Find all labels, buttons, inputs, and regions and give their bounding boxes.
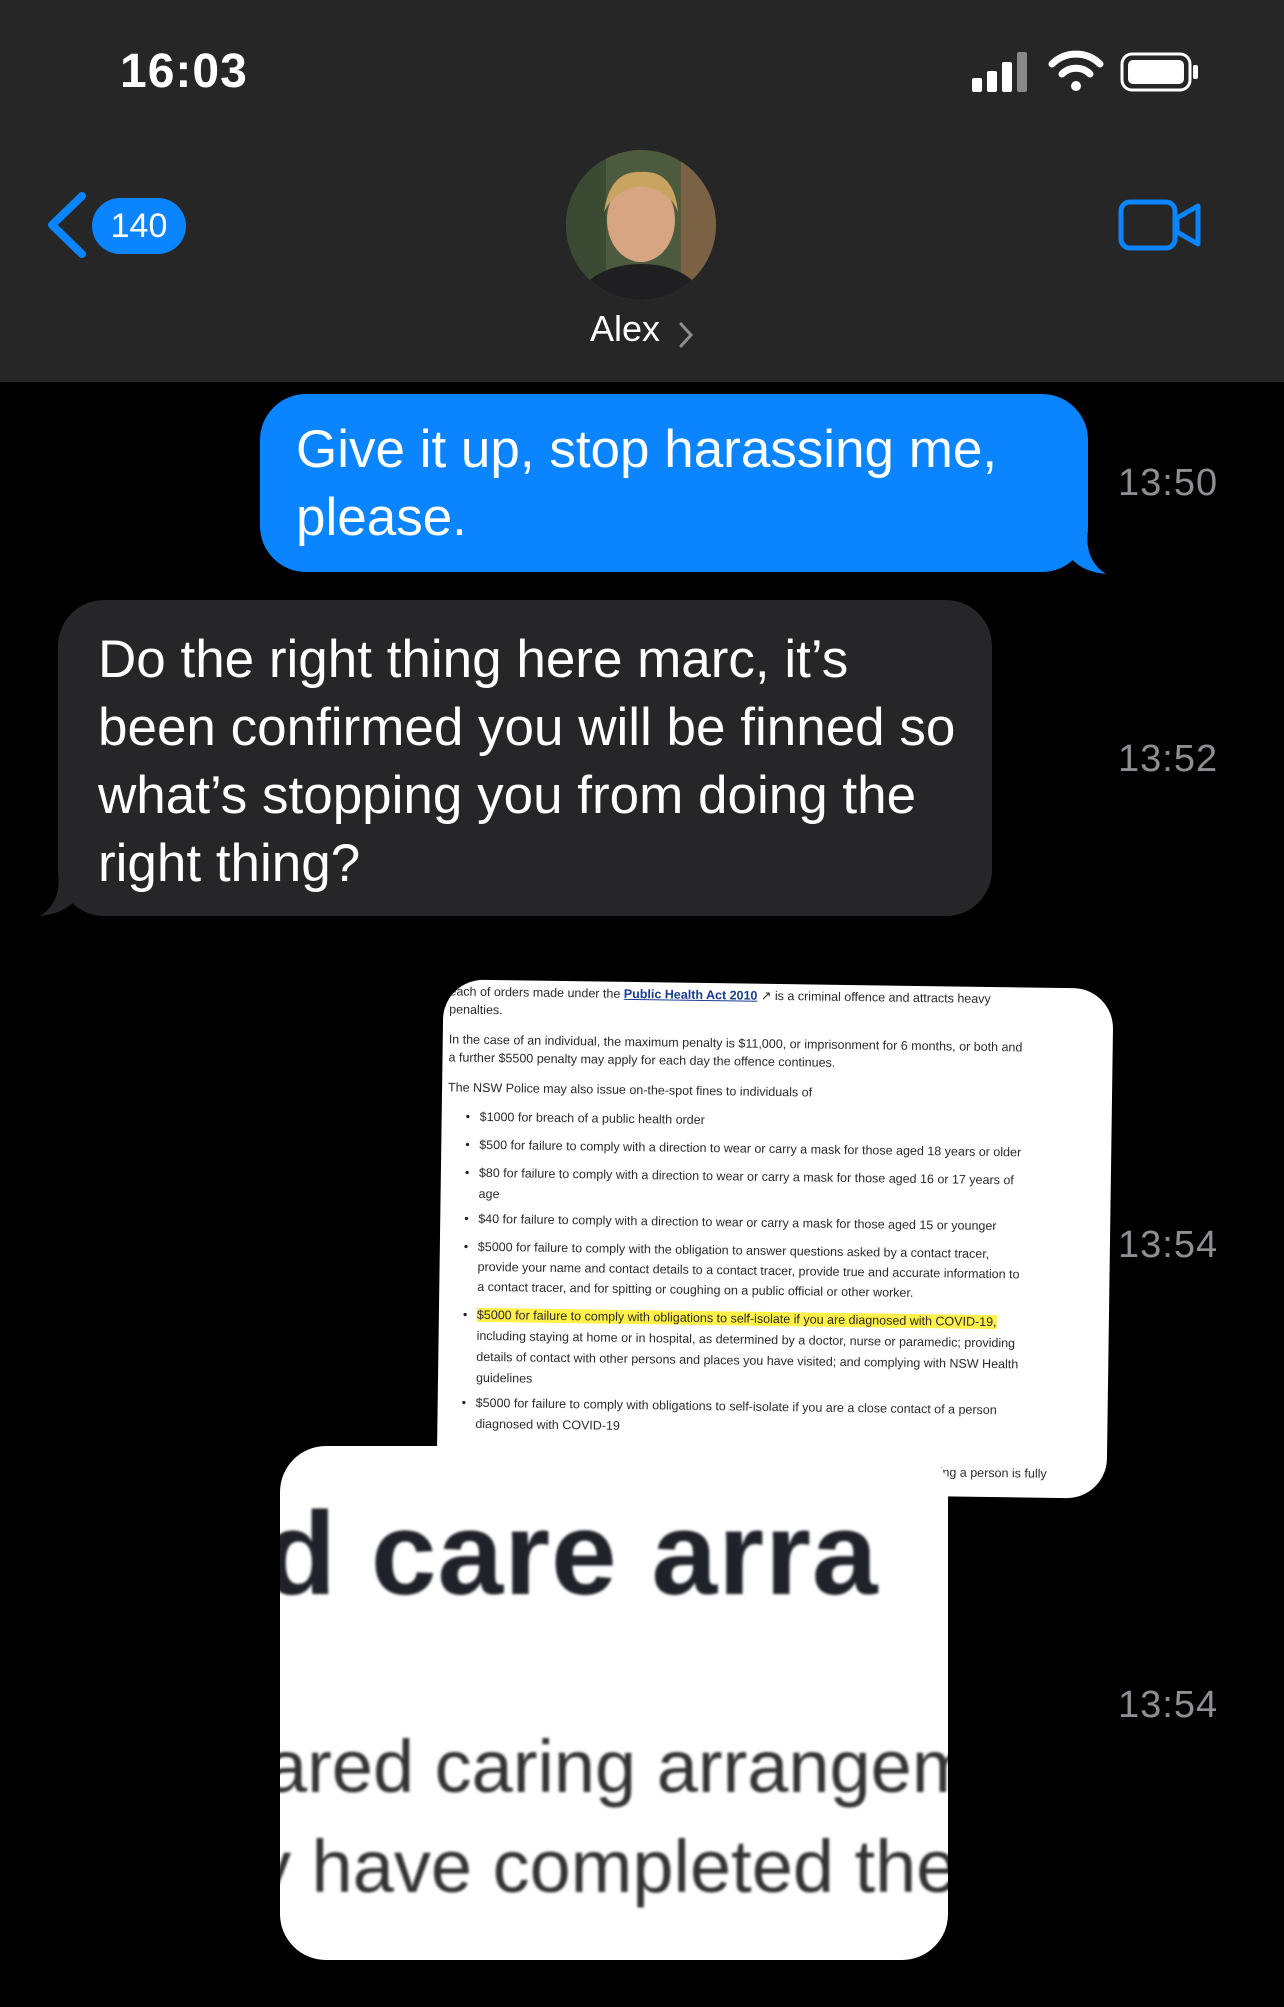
message-timestamp: 13:54 <box>1118 1684 1219 1726</box>
unread-count-badge[interactable]: 140 <box>92 198 186 254</box>
message-timestamp: 13:54 <box>1118 1224 1219 1266</box>
wifi-icon <box>1048 50 1104 91</box>
image-attachment[interactable]: d care arra ared caring arrangem y have … <box>280 1446 948 1960</box>
message-text: Give it up, stop harassing me, please. <box>296 420 998 547</box>
video-camera-icon[interactable] <box>1118 196 1202 254</box>
image-attachment[interactable]: each of orders made under the Public Hea… <box>436 979 1114 1499</box>
image-text-line: each of orders made under the Public Hea… <box>449 984 991 1006</box>
contact-name[interactable]: Alex <box>590 308 660 350</box>
avatar[interactable] <box>566 150 716 300</box>
chevron-right-icon[interactable] <box>676 318 696 352</box>
cellular-signal-icon <box>972 52 1028 92</box>
external-link-icon: ↗ <box>760 988 772 1003</box>
image-text-line: ared caring arrangem <box>280 1725 948 1808</box>
bubble-tail <box>40 872 86 916</box>
battery-icon <box>1120 52 1198 92</box>
chevron-left-icon[interactable] <box>42 190 94 260</box>
image-text-line: y have completed the <box>280 1825 948 1908</box>
message-text: Do the right thing here marc, it’s been … <box>98 630 956 893</box>
message-timestamp: 13:50 <box>1118 462 1219 504</box>
status-bar-time: 16:03 <box>120 45 248 98</box>
message-timestamp: 13:52 <box>1118 738 1219 780</box>
highlighted-text: $5000 for failure to comply with obligat… <box>476 1307 997 1330</box>
image-text-large: d care arra <box>280 1488 879 1620</box>
